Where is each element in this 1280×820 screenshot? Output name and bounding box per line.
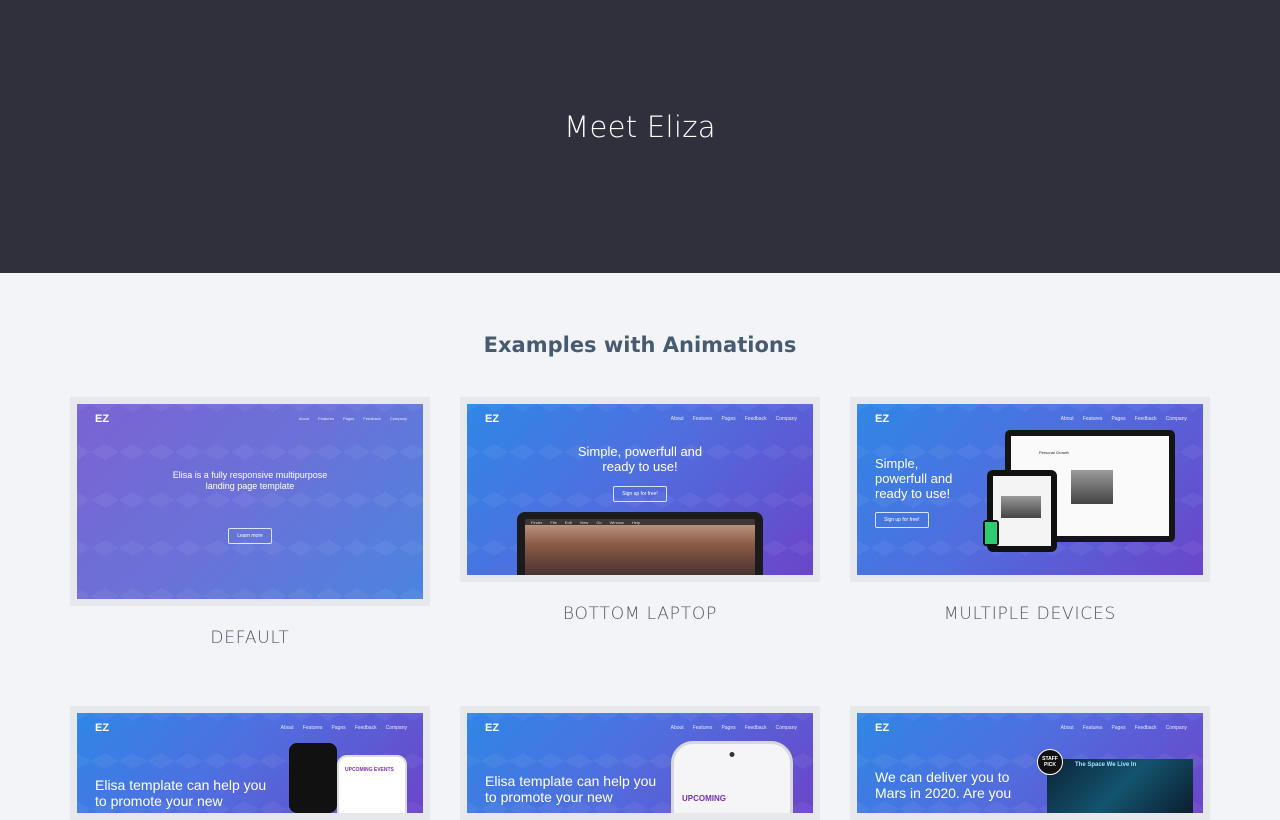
card-thumbnail[interactable]: EZ About Features Pages Feedback Company Eli… <box>77 713 423 813</box>
staff-pick-badge: STAFF PICK <box>1037 749 1063 775</box>
thumb-logo: EZ <box>485 413 500 425</box>
card-thumbnail[interactable]: EZ About Features Pages Feedback Company Eli… <box>77 404 423 599</box>
card-frame[interactable]: EZ About Features Pages Feedback Company Sim… <box>850 397 1210 582</box>
card-thumbnail[interactable]: EZ About Features Pages Feedback Company Sim… <box>467 404 813 575</box>
section-title: Examples with Animations <box>483 333 797 357</box>
thumb-headline: Elisa template can help you to promote y… <box>485 773 657 805</box>
thumb-headline: Simple, powerfull and ready to use! <box>875 456 953 501</box>
thumb-nav: About Features Pages Feedback Company <box>1060 725 1187 731</box>
thumb-headline: Elisa is a fully responsive multipurpose… <box>172 470 328 491</box>
thumb-nav: About Features Pages Feedback Company <box>1060 416 1187 422</box>
hero-banner: Meet Eliza <box>0 0 1280 273</box>
card-thumbnail[interactable]: EZ About Features Pages Feedback Company Eli… <box>467 713 813 813</box>
video-thumbnail: The Space We Live In <box>1047 759 1193 813</box>
card-thumbnail[interactable]: EZ About Features Pages Feedback Company We … <box>857 713 1203 813</box>
card-caption[interactable]: BOTTOM LAPTOP <box>460 604 820 624</box>
hero-title: Meet Eliza <box>564 109 716 144</box>
card-frame[interactable]: EZ About Features Pages Feedback Company Eli… <box>70 706 430 820</box>
thumb-headline: We can deliver you to Mars in 2020. Are … <box>875 769 1012 801</box>
thumb-headline: Simple, powerfull and ready to use! <box>577 444 703 474</box>
thumb-nav: About Features Pages Feedback Company <box>670 725 797 731</box>
watch-mockup <box>983 520 999 546</box>
card-caption[interactable]: DEFAULT <box>70 628 430 648</box>
card-thumbnail[interactable]: EZ About Features Pages Feedback Company Sim… <box>857 404 1203 575</box>
phone-mockup: UPCOMING <box>671 741 793 813</box>
thumb-headline: Elisa template can help you to promote y… <box>95 777 267 809</box>
example-card-bottom-laptop[interactable]: EZ About Features Pages Feedback Company Sim… <box>460 397 820 624</box>
card-frame[interactable]: EZ About Features Pages Feedback Company Sim… <box>460 397 820 582</box>
laptop-mockup: Finder File Edit View Go Window Help <box>517 512 763 575</box>
thumb-logo: EZ <box>95 722 110 734</box>
phone-mockup-back <box>289 743 337 813</box>
example-card-phone[interactable]: EZ About Features Pages Feedback Company Eli… <box>460 706 820 820</box>
thumb-nav: About Features Pages Feedback Company <box>280 725 407 731</box>
thumb-logo: EZ <box>485 722 500 734</box>
card-frame[interactable]: EZ About Features Pages Feedback Company Eli… <box>70 397 430 606</box>
phone-mockup-front: UPCOMING EVENTS <box>337 755 407 813</box>
example-card-phones[interactable]: EZ About Features Pages Feedback Company Eli… <box>70 706 430 820</box>
thumb-logo: EZ <box>875 413 890 425</box>
example-card-default[interactable]: EZ About Features Pages Feedback Company Eli… <box>70 397 430 648</box>
thumb-logo: EZ <box>95 413 110 425</box>
example-card-multiple-devices[interactable]: EZ About Features Pages Feedback Company Sim… <box>850 397 1210 624</box>
thumb-nav: About Features Pages Feedback Company <box>670 416 797 422</box>
thumb-button: Sign up for free! <box>875 512 929 528</box>
thumb-nav: About Features Pages Feedback Company <box>298 416 407 421</box>
thumb-button: Learn more <box>228 528 272 544</box>
card-caption[interactable]: MULTIPLE DEVICES <box>850 604 1210 624</box>
thumb-button: Sign up for free! <box>613 486 667 502</box>
thumb-logo: EZ <box>875 722 890 734</box>
example-card-video[interactable]: EZ About Features Pages Feedback Company We … <box>850 706 1210 820</box>
card-frame[interactable]: EZ About Features Pages Feedback Company We … <box>850 706 1210 820</box>
card-frame[interactable]: EZ About Features Pages Feedback Company Eli… <box>460 706 820 820</box>
